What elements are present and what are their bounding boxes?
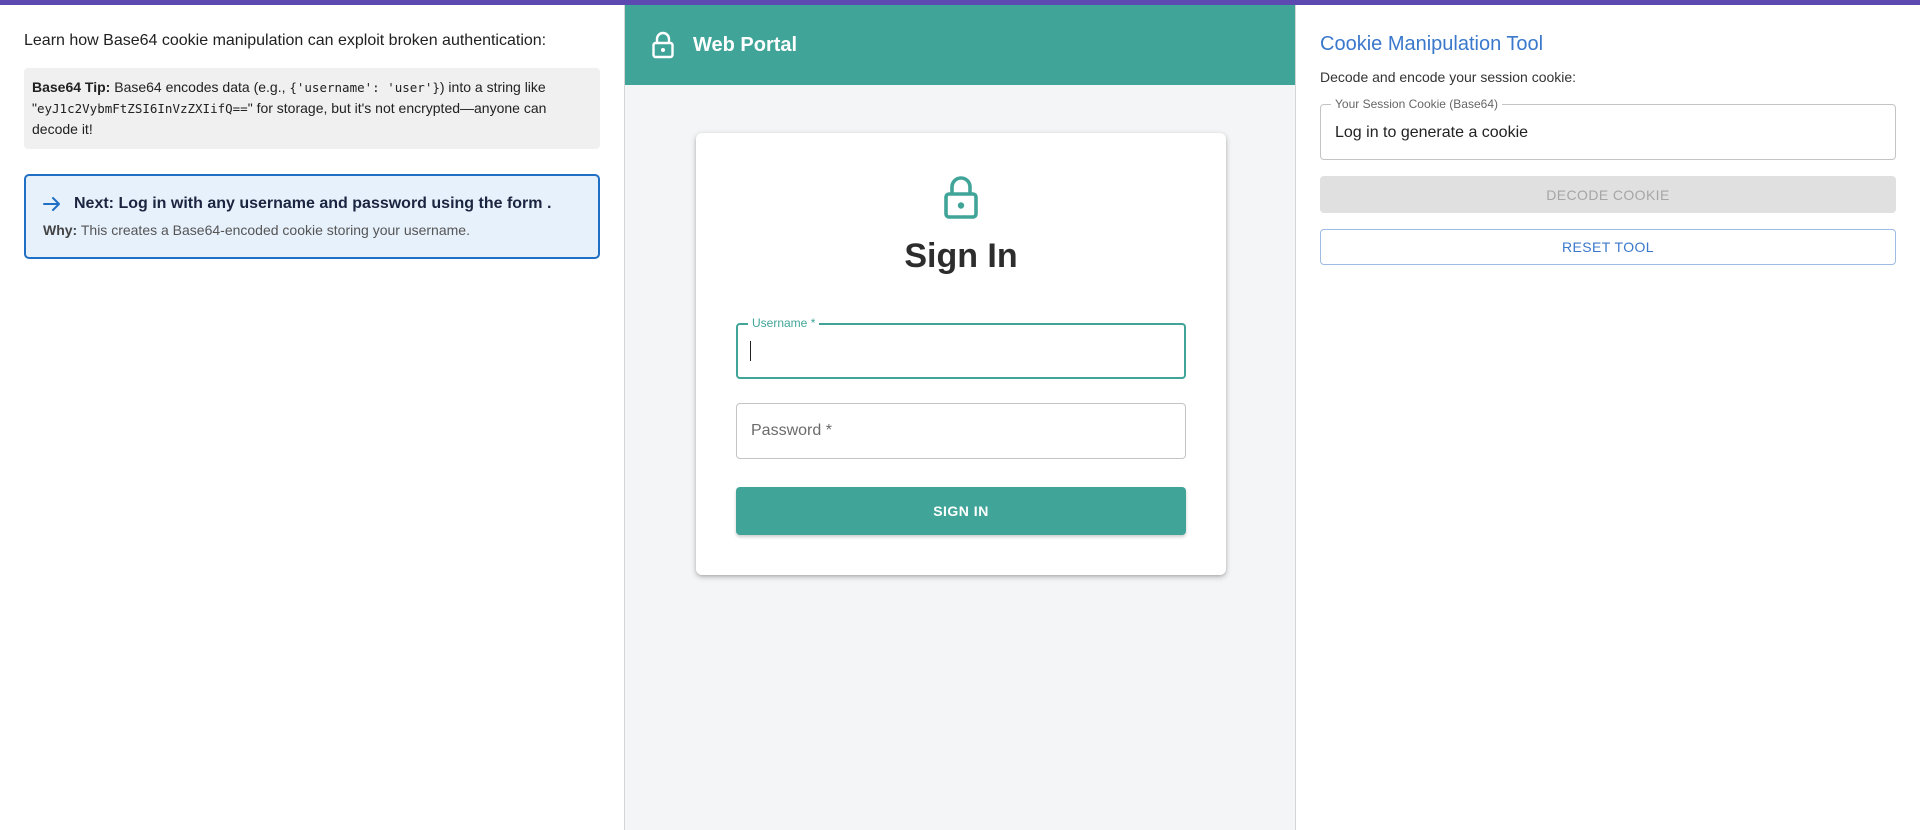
text-caret [750, 341, 751, 361]
intro-text: Learn how Base64 cookie manipulation can… [24, 32, 547, 49]
tip-label: Base64 Tip: [32, 79, 111, 95]
app-title: Web Portal [693, 33, 798, 56]
lock-icon [651, 31, 675, 59]
next-step-box: Next: Log in with any username and passw… [24, 174, 600, 259]
web-portal-panel: Web Portal Sign In Username * Password *… [624, 5, 1296, 830]
why-label: Why: [43, 222, 78, 238]
instructions-panel: Learn how Base64 cookie manipulation can… [0, 5, 624, 830]
arrow-right-icon [42, 194, 62, 214]
username-label: Username * [748, 316, 820, 330]
tip-code-2: eyJ1c2VybmFtZSI6InVzZXIifQ== [36, 101, 248, 116]
sign-in-button[interactable]: SIGN IN [736, 487, 1186, 535]
session-cookie-field[interactable]: Your Session Cookie (Base64) Log in to g… [1320, 97, 1896, 160]
tip-code-1: {'username': 'user'} [289, 80, 440, 95]
decode-cookie-button[interactable]: DECODE COOKIE [1320, 176, 1896, 213]
session-cookie-value: Log in to generate a cookie [1335, 124, 1529, 141]
cookie-tool-panel: Cookie Manipulation Tool Decode and enco… [1296, 5, 1920, 830]
tip-text-1: Base64 encodes data (e.g., [110, 79, 290, 95]
username-input[interactable]: Username * [736, 316, 1186, 379]
why-description: This creates a Base64-encoded cookie sto… [77, 222, 470, 238]
sign-in-card: Sign In Username * Password * SIGN IN [696, 133, 1226, 575]
sign-in-title: Sign In [904, 237, 1018, 275]
app-bar: Web Portal [625, 5, 1295, 85]
why-text: Why: This creates a Base64-encoded cooki… [42, 222, 582, 238]
lock-icon [943, 175, 979, 219]
next-step-text: Next: Log in with any username and passw… [74, 195, 552, 212]
password-placeholder: Password * [751, 422, 832, 439]
base64-tip: Base64 Tip: Base64 encodes data (e.g., {… [24, 68, 600, 149]
session-cookie-label: Your Session Cookie (Base64) [1331, 97, 1502, 111]
tool-subtitle: Decode and encode your session cookie: [1320, 69, 1577, 85]
reset-tool-button[interactable]: RESET TOOL [1320, 229, 1896, 265]
tool-title: Cookie Manipulation Tool [1320, 33, 1544, 55]
password-input[interactable]: Password * [736, 403, 1186, 459]
